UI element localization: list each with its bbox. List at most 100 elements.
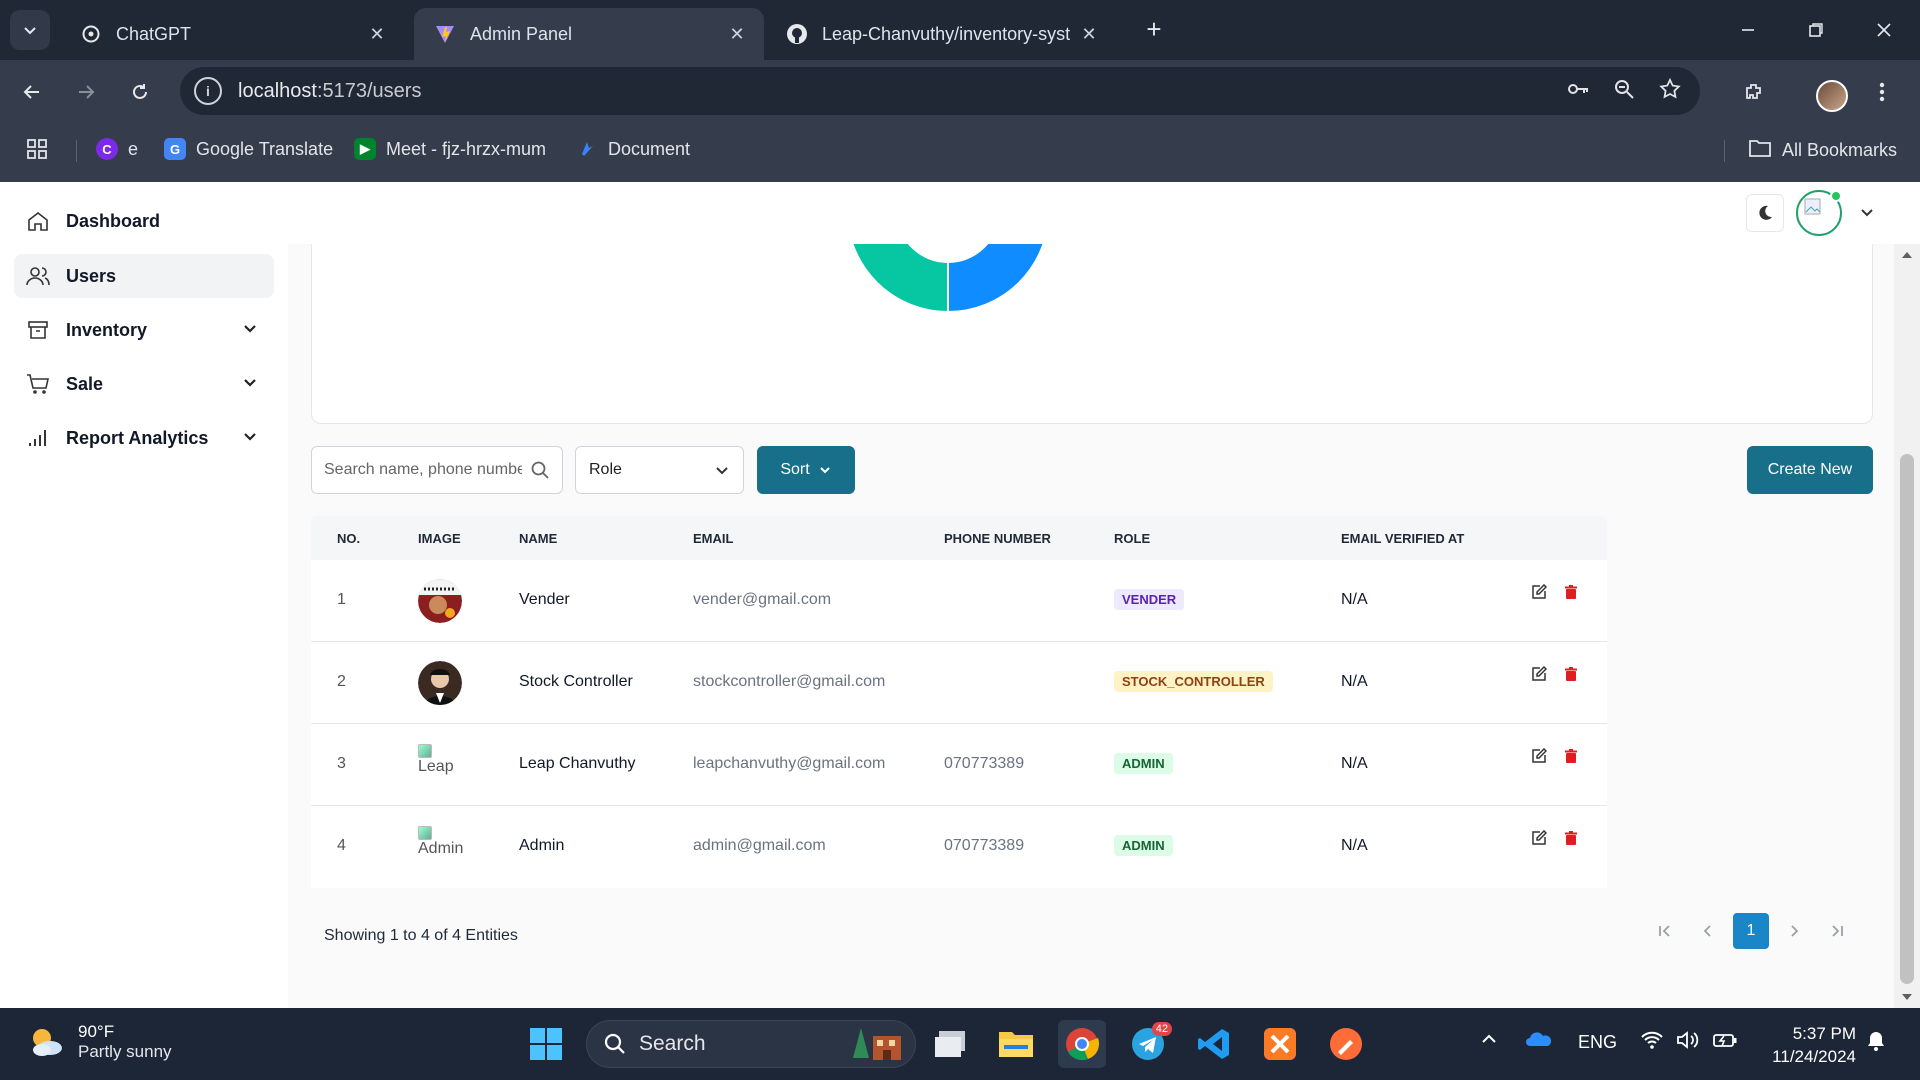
column-header-role[interactable]: ROLE bbox=[1114, 531, 1150, 546]
chrome-icon[interactable] bbox=[1058, 1020, 1106, 1068]
sidebar-item-sale[interactable]: Sale bbox=[14, 362, 274, 406]
zoom-icon[interactable] bbox=[1612, 77, 1636, 107]
bookmark-canva[interactable]: C e bbox=[96, 138, 138, 160]
address-bar[interactable]: i localhost:5173/users bbox=[180, 67, 1700, 115]
column-header-image[interactable]: IMAGE bbox=[418, 531, 461, 546]
edit-icon[interactable] bbox=[1531, 666, 1547, 682]
user-avatar-image: Leap bbox=[418, 744, 454, 776]
sort-button[interactable]: Sort bbox=[757, 446, 855, 494]
all-bookmarks-label: All Bookmarks bbox=[1782, 140, 1898, 160]
role-select[interactable]: Role bbox=[575, 446, 744, 494]
row-number: 4 bbox=[337, 837, 346, 854]
browser-menu-icon[interactable] bbox=[1864, 74, 1900, 110]
user-avatar[interactable] bbox=[1796, 190, 1842, 236]
taskbar-search-box[interactable]: Search bbox=[586, 1020, 916, 1068]
task-view-icon[interactable] bbox=[926, 1020, 974, 1068]
create-new-button[interactable]: Create New bbox=[1747, 446, 1873, 494]
bookmark-star-icon[interactable] bbox=[1658, 77, 1682, 107]
donut-slice[interactable] bbox=[947, 244, 1049, 314]
table-row[interactable]: 3 Leap Leap Chanvuthy leapchanvuthy@gmai… bbox=[311, 724, 1607, 806]
scroll-down-icon[interactable] bbox=[1901, 992, 1913, 1002]
edit-icon[interactable] bbox=[1531, 830, 1547, 846]
partly-sunny-icon bbox=[33, 1029, 62, 1056]
tab-search-button[interactable] bbox=[10, 10, 50, 50]
close-window-button[interactable] bbox=[1864, 10, 1904, 50]
file-explorer-icon[interactable] bbox=[992, 1020, 1040, 1068]
sidebar-item-label: Inventory bbox=[66, 319, 148, 340]
close-tab-icon[interactable]: ✕ bbox=[726, 24, 748, 45]
edit-icon[interactable] bbox=[1531, 584, 1547, 600]
language-indicator[interactable]: ENG bbox=[1578, 1032, 1617, 1053]
scroll-up-icon[interactable] bbox=[1901, 250, 1913, 260]
chevron-down-icon[interactable] bbox=[240, 319, 260, 339]
all-bookmarks[interactable]: All Bookmarks bbox=[1748, 138, 1897, 163]
site-info-icon[interactable]: i bbox=[194, 77, 222, 105]
profile-avatar[interactable] bbox=[1816, 80, 1848, 112]
battery-icon[interactable] bbox=[1712, 1030, 1738, 1055]
extensions-icon[interactable] bbox=[1736, 74, 1772, 110]
last-page-icon[interactable] bbox=[1819, 913, 1855, 949]
volume-icon[interactable] bbox=[1676, 1030, 1700, 1055]
apps-grid-icon[interactable] bbox=[26, 138, 48, 160]
weather-widget[interactable]: 90°F Partly sunny bbox=[26, 1022, 172, 1062]
page-button-current[interactable]: 1 bbox=[1733, 913, 1769, 949]
trash-icon[interactable] bbox=[1563, 584, 1579, 600]
weather-description: Partly sunny bbox=[78, 1042, 172, 1061]
first-page-icon[interactable] bbox=[1647, 913, 1683, 949]
show-hidden-icons[interactable] bbox=[1480, 1030, 1498, 1053]
sidebar-item-users[interactable]: Users bbox=[14, 254, 274, 298]
wifi-icon[interactable] bbox=[1640, 1030, 1664, 1055]
onedrive-icon[interactable] bbox=[1526, 1030, 1552, 1053]
taskbar-clock[interactable]: 5:37 PM 11/24/2024 bbox=[1756, 1022, 1856, 1068]
minimize-button[interactable] bbox=[1728, 10, 1768, 50]
restore-button[interactable] bbox=[1796, 10, 1836, 50]
chevron-down-icon[interactable] bbox=[240, 373, 260, 393]
edit-icon[interactable] bbox=[1531, 748, 1547, 764]
scrollbar-thumb[interactable] bbox=[1900, 454, 1914, 984]
theme-toggle-button[interactable] bbox=[1746, 194, 1784, 232]
column-header-email-verified[interactable]: EMAIL VERIFIED AT bbox=[1341, 531, 1464, 546]
vscode-icon[interactable] bbox=[1190, 1020, 1238, 1068]
search-field[interactable] bbox=[311, 446, 563, 494]
bookmark-label: Google Translate bbox=[196, 138, 334, 159]
sidebar-item-report-analytics[interactable]: Report Analytics bbox=[14, 416, 274, 460]
reload-button[interactable] bbox=[122, 74, 158, 110]
tab-admin-panel[interactable]: Admin Panel ✕ bbox=[414, 8, 764, 60]
column-header-no[interactable]: NO. bbox=[337, 531, 360, 546]
table-row[interactable]: 2 Stock Controller stockcontroller@gmail… bbox=[311, 642, 1607, 724]
tab-title: Leap-Chanvuthy/inventory-syst bbox=[822, 23, 1071, 44]
column-header-name[interactable]: NAME bbox=[519, 531, 557, 546]
tab-github[interactable]: Leap-Chanvuthy/inventory-syst ✕ bbox=[766, 8, 1116, 60]
xampp-icon[interactable] bbox=[1256, 1020, 1304, 1068]
new-tab-button[interactable]: + bbox=[1138, 14, 1170, 45]
trash-icon[interactable] bbox=[1563, 830, 1579, 846]
table-row[interactable]: 1 Vender vender@gmail.com VENDER N/A bbox=[311, 560, 1607, 642]
trash-icon[interactable] bbox=[1563, 748, 1579, 764]
password-key-icon[interactable] bbox=[1566, 77, 1590, 107]
close-tab-icon[interactable]: ✕ bbox=[1078, 24, 1100, 45]
column-header-phone[interactable]: PHONE NUMBER bbox=[944, 531, 1051, 546]
page-scrollbar[interactable] bbox=[1894, 244, 1920, 1008]
chevron-down-icon[interactable] bbox=[240, 427, 260, 447]
sidebar-item-dashboard[interactable]: Dashboard bbox=[14, 199, 274, 243]
windows-start-icon[interactable] bbox=[522, 1020, 570, 1068]
sidebar-item-inventory[interactable]: Inventory bbox=[14, 308, 274, 352]
next-page-icon[interactable] bbox=[1776, 913, 1812, 949]
chevron-down-icon[interactable] bbox=[1858, 204, 1876, 222]
back-button[interactable] bbox=[14, 74, 50, 110]
column-header-email[interactable]: EMAIL bbox=[693, 531, 733, 546]
tab-chatgpt[interactable]: ChatGPT ✕ bbox=[60, 8, 404, 60]
postman-icon[interactable] bbox=[1322, 1020, 1370, 1068]
bookmark-google-translate[interactable]: G Google Translate bbox=[164, 138, 333, 160]
donut-slice[interactable] bbox=[847, 244, 949, 314]
previous-page-icon[interactable] bbox=[1690, 913, 1726, 949]
bookmark-document[interactable]: Document bbox=[576, 138, 690, 160]
telegram-icon[interactable]: 42 bbox=[1124, 1020, 1172, 1068]
forward-button[interactable] bbox=[68, 74, 104, 110]
search-input[interactable] bbox=[312, 447, 522, 493]
trash-icon[interactable] bbox=[1563, 666, 1579, 682]
close-tab-icon[interactable]: ✕ bbox=[366, 24, 388, 45]
notification-bell-icon[interactable] bbox=[1866, 1030, 1886, 1057]
bookmark-meet[interactable]: ▶ Meet - fjz-hrzx-mum bbox=[354, 138, 546, 160]
table-row[interactable]: 4 Admin Admin admin@gmail.com 070773389 … bbox=[311, 806, 1607, 888]
